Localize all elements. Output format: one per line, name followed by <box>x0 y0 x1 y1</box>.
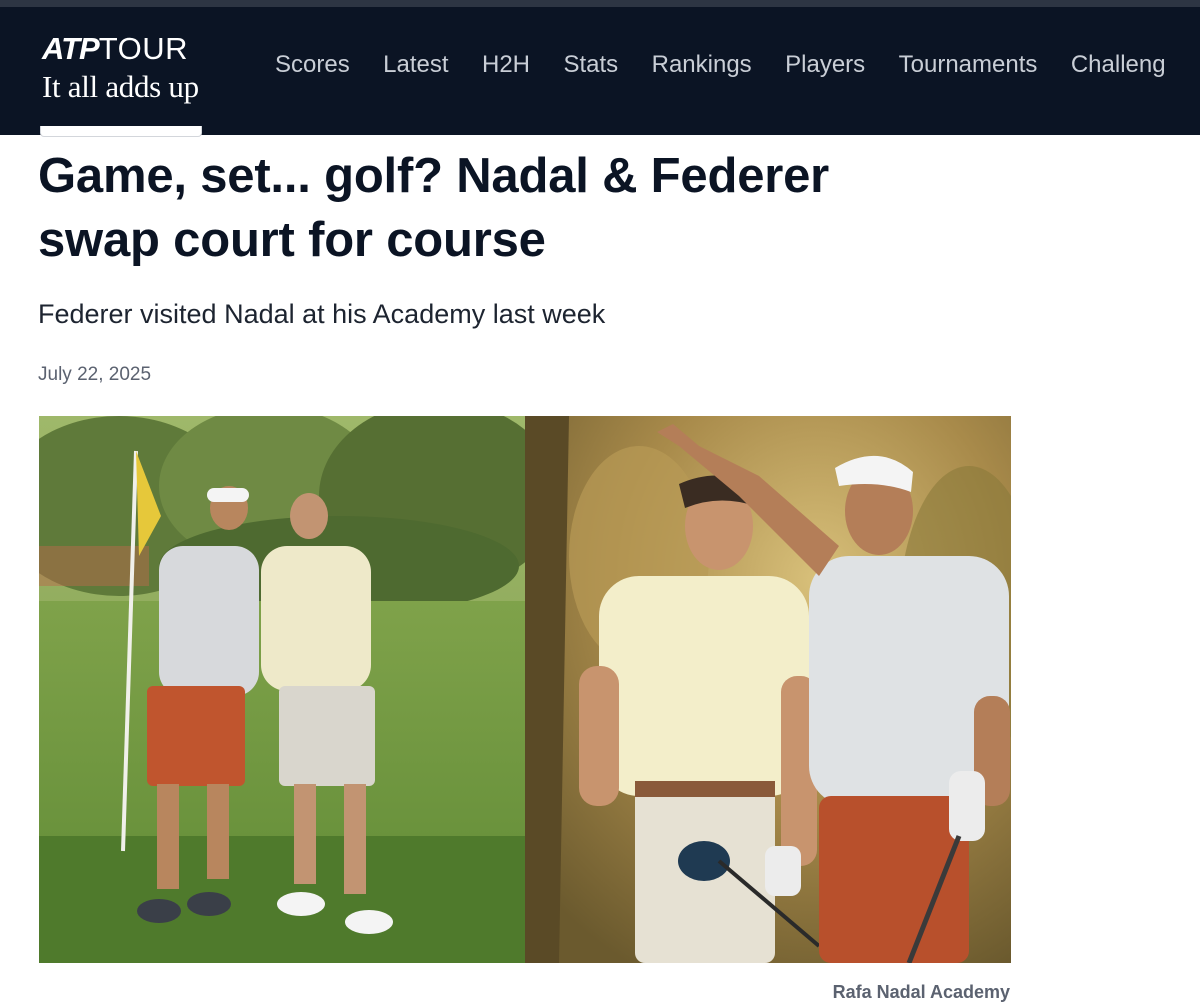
article-subtitle: Federer visited Nadal at his Academy las… <box>38 299 606 329</box>
article-hero-image <box>39 416 1011 963</box>
nav-stats[interactable]: Stats <box>563 47 618 83</box>
nav-players[interactable]: Players <box>785 47 865 83</box>
nav-tournaments[interactable]: Tournaments <box>899 47 1038 83</box>
photo-left-golf-course <box>39 416 559 963</box>
logo-wordmark: ATPTOUR <box>42 31 188 66</box>
logo-tagline: It all adds up <box>42 69 199 104</box>
category-tag-edge <box>40 126 202 137</box>
nav-scores[interactable]: Scores <box>275 47 350 83</box>
article-headline: Game, set... golf? Nadal & Federer swap … <box>38 149 830 267</box>
nav-rankings[interactable]: Rankings <box>652 47 752 83</box>
nav-latest[interactable]: Latest <box>383 47 448 83</box>
atp-tour-logo[interactable]: ATPTOUR It all adds up <box>42 31 242 111</box>
article-date: July 22, 2025 <box>38 364 152 385</box>
site-header: ATPTOUR It all adds up Scores Latest H2H… <box>0 7 1200 135</box>
nav-h2h[interactable]: H2H <box>482 47 530 83</box>
nav-challenger[interactable]: Challeng <box>1071 47 1166 83</box>
main-nav: Scores Latest H2H Stats Rankings Players… <box>275 47 1195 83</box>
photo-right-golf-course <box>525 416 1011 963</box>
top-strip <box>0 0 1200 7</box>
photo-credit: Rafa Nadal Academy <box>832 982 1010 1002</box>
